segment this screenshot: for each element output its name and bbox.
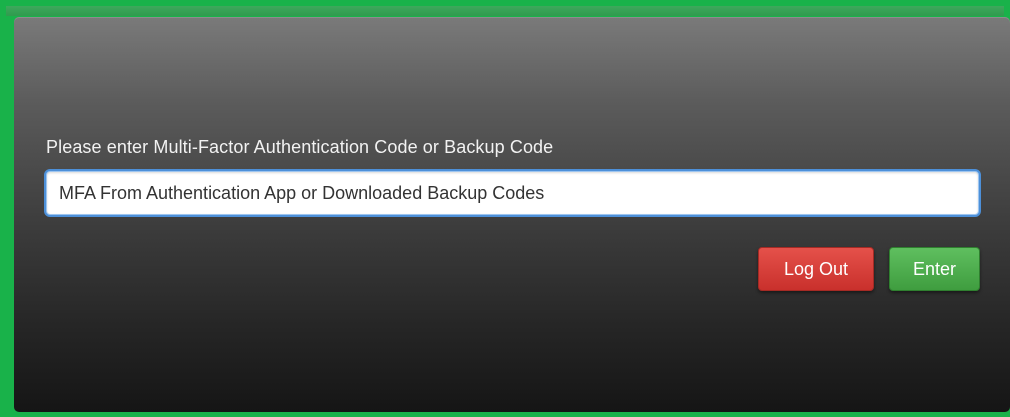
page-header-strip — [6, 6, 1004, 16]
mfa-code-input[interactable] — [46, 171, 979, 215]
mfa-dialog: Please enter Multi-Factor Authentication… — [14, 17, 1010, 412]
enter-button[interactable]: Enter — [889, 247, 980, 291]
logout-button[interactable]: Log Out — [758, 247, 874, 291]
mfa-prompt-label: Please enter Multi-Factor Authentication… — [46, 137, 554, 157]
